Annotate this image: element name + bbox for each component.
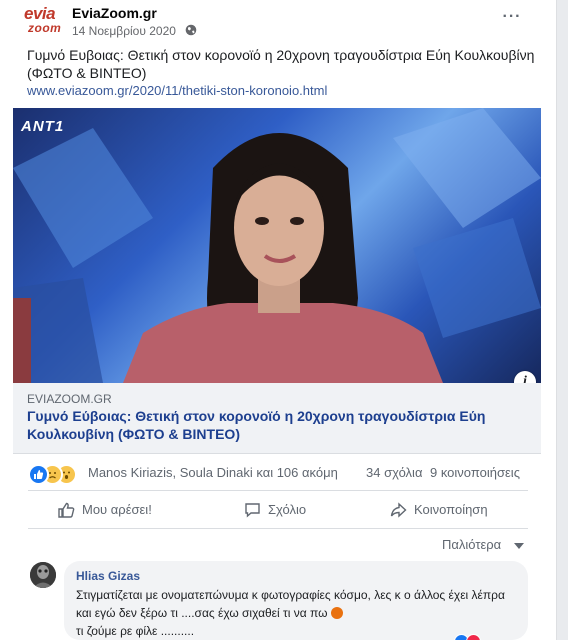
comments-count[interactable]: 34 σχόλια xyxy=(366,465,422,480)
channel-logo: ANT1 xyxy=(21,118,65,135)
post-timestamp[interactable]: 14 Νοεμβρίου 2020 xyxy=(72,24,176,38)
reactors-text[interactable]: Manos Kiriazis, Soula Dinaki και 106 ακό… xyxy=(88,465,338,480)
globe-icon xyxy=(185,24,197,36)
like-button[interactable]: Μου αρέσει! xyxy=(58,496,168,524)
action-bar: Μου αρέσει! Σχόλιο Κοινοποίηση xyxy=(0,492,556,528)
chevron-down-icon[interactable] xyxy=(514,543,524,549)
comment-body: Στιγματίζεται με ονοματεπώνυμα κ φωτογρα… xyxy=(76,588,505,620)
post-header: evia zoom EviaZoom.gr 14 Νοεμβρίου 2020 … xyxy=(0,0,556,44)
comment-text: Στιγματίζεται με ονοματεπώνυμα κ φωτογρα… xyxy=(76,586,522,640)
more-options-icon[interactable]: ··· xyxy=(498,8,526,28)
share-button[interactable]: Κοινοποίηση xyxy=(390,496,510,524)
avatar[interactable] xyxy=(30,562,56,588)
angry-emoji-icon xyxy=(330,607,343,619)
thumbs-up-icon xyxy=(58,502,75,518)
like-label: Μου αρέσει! xyxy=(82,502,152,517)
logo-text-bottom: zoom xyxy=(28,21,62,35)
preview-title[interactable]: Γυμνό Εύβοιας: Θετική στον κορονοϊό η 20… xyxy=(27,407,532,443)
post-link[interactable]: www.eviazoom.gr/2020/11/thetiki-ston-kor… xyxy=(27,83,327,98)
image-illustration xyxy=(13,108,541,383)
engagement-stats: Manos Kiriazis, Soula Dinaki και 106 ακό… xyxy=(0,456,556,488)
comment-sort-dropdown[interactable]: Παλιότερα xyxy=(442,537,501,552)
post-card: evia zoom EviaZoom.gr 14 Νοεμβρίου 2020 … xyxy=(0,0,557,640)
preview-domain: EVIAZOOM.GR xyxy=(27,392,112,406)
share-arrow-icon xyxy=(390,502,407,518)
page-name-link[interactable]: EviaZoom.gr xyxy=(72,5,157,21)
comment-author[interactable]: Hlias Gizas xyxy=(76,569,140,583)
link-preview[interactable]: EVIAZOOM.GR Γυμνό Εύβοιας: Θετική στον κ… xyxy=(13,383,541,454)
comment-icon xyxy=(245,503,260,518)
post-text: Γυμνό Ευβοιας: Θετική στον κορονοϊό η 20… xyxy=(27,47,535,81)
comment-body-end: τι ζούμε ρε φίλε .......... xyxy=(76,624,195,638)
page-logo[interactable]: evia zoom xyxy=(22,4,64,42)
share-label: Κοινοποίηση xyxy=(414,502,488,517)
divider xyxy=(28,528,528,529)
comment-label: Σχόλιο xyxy=(268,502,307,517)
like-reaction-icon[interactable] xyxy=(28,464,49,485)
divider xyxy=(28,490,528,491)
shares-count[interactable]: 9 κοινοποιήσεις xyxy=(430,465,520,480)
comment-button[interactable]: Σχόλιο xyxy=(244,496,324,524)
post-image[interactable]: ANT1 i xyxy=(13,108,541,383)
comment-bubble: Hlias Gizas Στιγματίζεται με ονοματεπώνυ… xyxy=(64,561,528,640)
